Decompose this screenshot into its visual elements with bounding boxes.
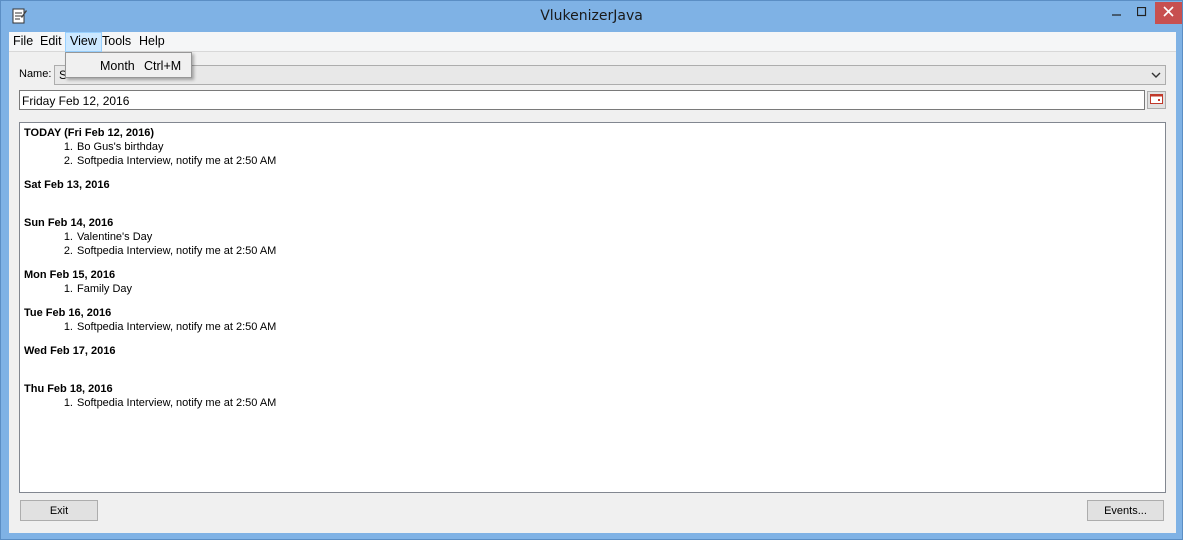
name-select[interactable]: S xyxy=(54,65,1166,85)
window-title: VlukenizerJava xyxy=(540,8,643,24)
app-window: VlukenizerJava File Edit View Tools Help xyxy=(0,0,1183,540)
menu-bar: File Edit View Tools Help xyxy=(9,32,1176,52)
chevron-down-icon[interactable] xyxy=(1149,68,1163,82)
events-button[interactable]: Events... xyxy=(1087,500,1164,521)
list-item-text: Family Day xyxy=(77,283,133,295)
close-button[interactable] xyxy=(1155,2,1182,24)
minimize-button[interactable] xyxy=(1105,2,1129,24)
list-item[interactable]: 1. Softpedia Interview, notify me at 2:50… xyxy=(58,397,277,409)
maximize-button[interactable] xyxy=(1130,2,1154,24)
list-item-text: Softpedia Interview, notify me at 2:50 A… xyxy=(77,245,277,257)
title-bar[interactable]: VlukenizerJava xyxy=(1,1,1182,32)
list-item-text: Softpedia Interview, notify me at 2:50 A… xyxy=(77,155,277,167)
day-heading: Mon Feb 15, 2016 xyxy=(24,269,116,281)
view-menu-dropdown: Month Ctrl+M xyxy=(65,52,192,78)
agenda-list[interactable]: TODAY (Fri Feb 12, 2016) 1. Bo Gus's birt… xyxy=(19,122,1166,493)
day-heading: Thu Feb 18, 2016 xyxy=(24,383,113,395)
list-item[interactable]: 1. Softpedia Interview, notify me at 2:50… xyxy=(58,321,277,333)
list-item[interactable]: 1. Valentine's Day xyxy=(58,231,152,243)
list-item-text: Softpedia Interview, notify me at 2:50 A… xyxy=(77,397,277,409)
client-area: File Edit View Tools Help Month Ctrl+M N… xyxy=(9,32,1176,533)
list-item-number: 2. xyxy=(63,245,73,257)
list-item-number: 1. xyxy=(63,141,73,153)
list-item-number: 1. xyxy=(63,231,73,243)
menu-edit[interactable]: Edit xyxy=(36,32,66,52)
day-heading: Tue Feb 16, 2016 xyxy=(24,307,112,319)
maximize-icon xyxy=(1136,6,1147,20)
menu-help[interactable]: Help xyxy=(135,32,169,52)
list-item[interactable]: 2. Softpedia Interview, notify me at 2:50… xyxy=(58,155,277,167)
date-field-value: Friday Feb 12, 2016 xyxy=(22,94,130,108)
name-label: Name: xyxy=(19,68,52,80)
list-item-text: Softpedia Interview, notify me at 2:50 A… xyxy=(77,321,277,333)
calendar-button[interactable] xyxy=(1147,91,1166,109)
menu-item-month[interactable]: Month xyxy=(100,59,135,73)
list-item-number: 1. xyxy=(63,397,73,409)
day-heading: TODAY (Fri Feb 12, 2016) xyxy=(24,127,155,139)
list-item-number: 1. xyxy=(63,321,73,333)
menu-view[interactable]: View xyxy=(65,32,102,52)
day-heading: Sat Feb 13, 2016 xyxy=(24,179,110,191)
exit-button[interactable]: Exit xyxy=(20,500,98,521)
list-item[interactable]: 1. Family Day xyxy=(58,283,132,295)
date-field[interactable]: Friday Feb 12, 2016 xyxy=(19,90,1145,110)
menu-tools[interactable]: Tools xyxy=(98,32,135,52)
close-icon xyxy=(1163,6,1174,20)
list-item-text: Valentine's Day xyxy=(77,231,153,243)
list-item-text: Bo Gus's birthday xyxy=(77,141,164,153)
list-item-number: 2. xyxy=(63,155,73,167)
list-item-number: 1. xyxy=(63,283,73,295)
menu-item-month-shortcut: Ctrl+M xyxy=(144,59,182,73)
day-heading: Sun Feb 14, 2016 xyxy=(24,217,114,229)
list-item[interactable]: 1. Bo Gus's birthday xyxy=(58,141,164,153)
list-item[interactable]: 2. Softpedia Interview, notify me at 2:50… xyxy=(58,245,277,257)
minimize-icon xyxy=(1112,6,1122,20)
calendar-icon xyxy=(1150,93,1163,107)
menu-file[interactable]: File xyxy=(9,32,37,52)
day-heading: Wed Feb 17, 2016 xyxy=(24,345,116,357)
